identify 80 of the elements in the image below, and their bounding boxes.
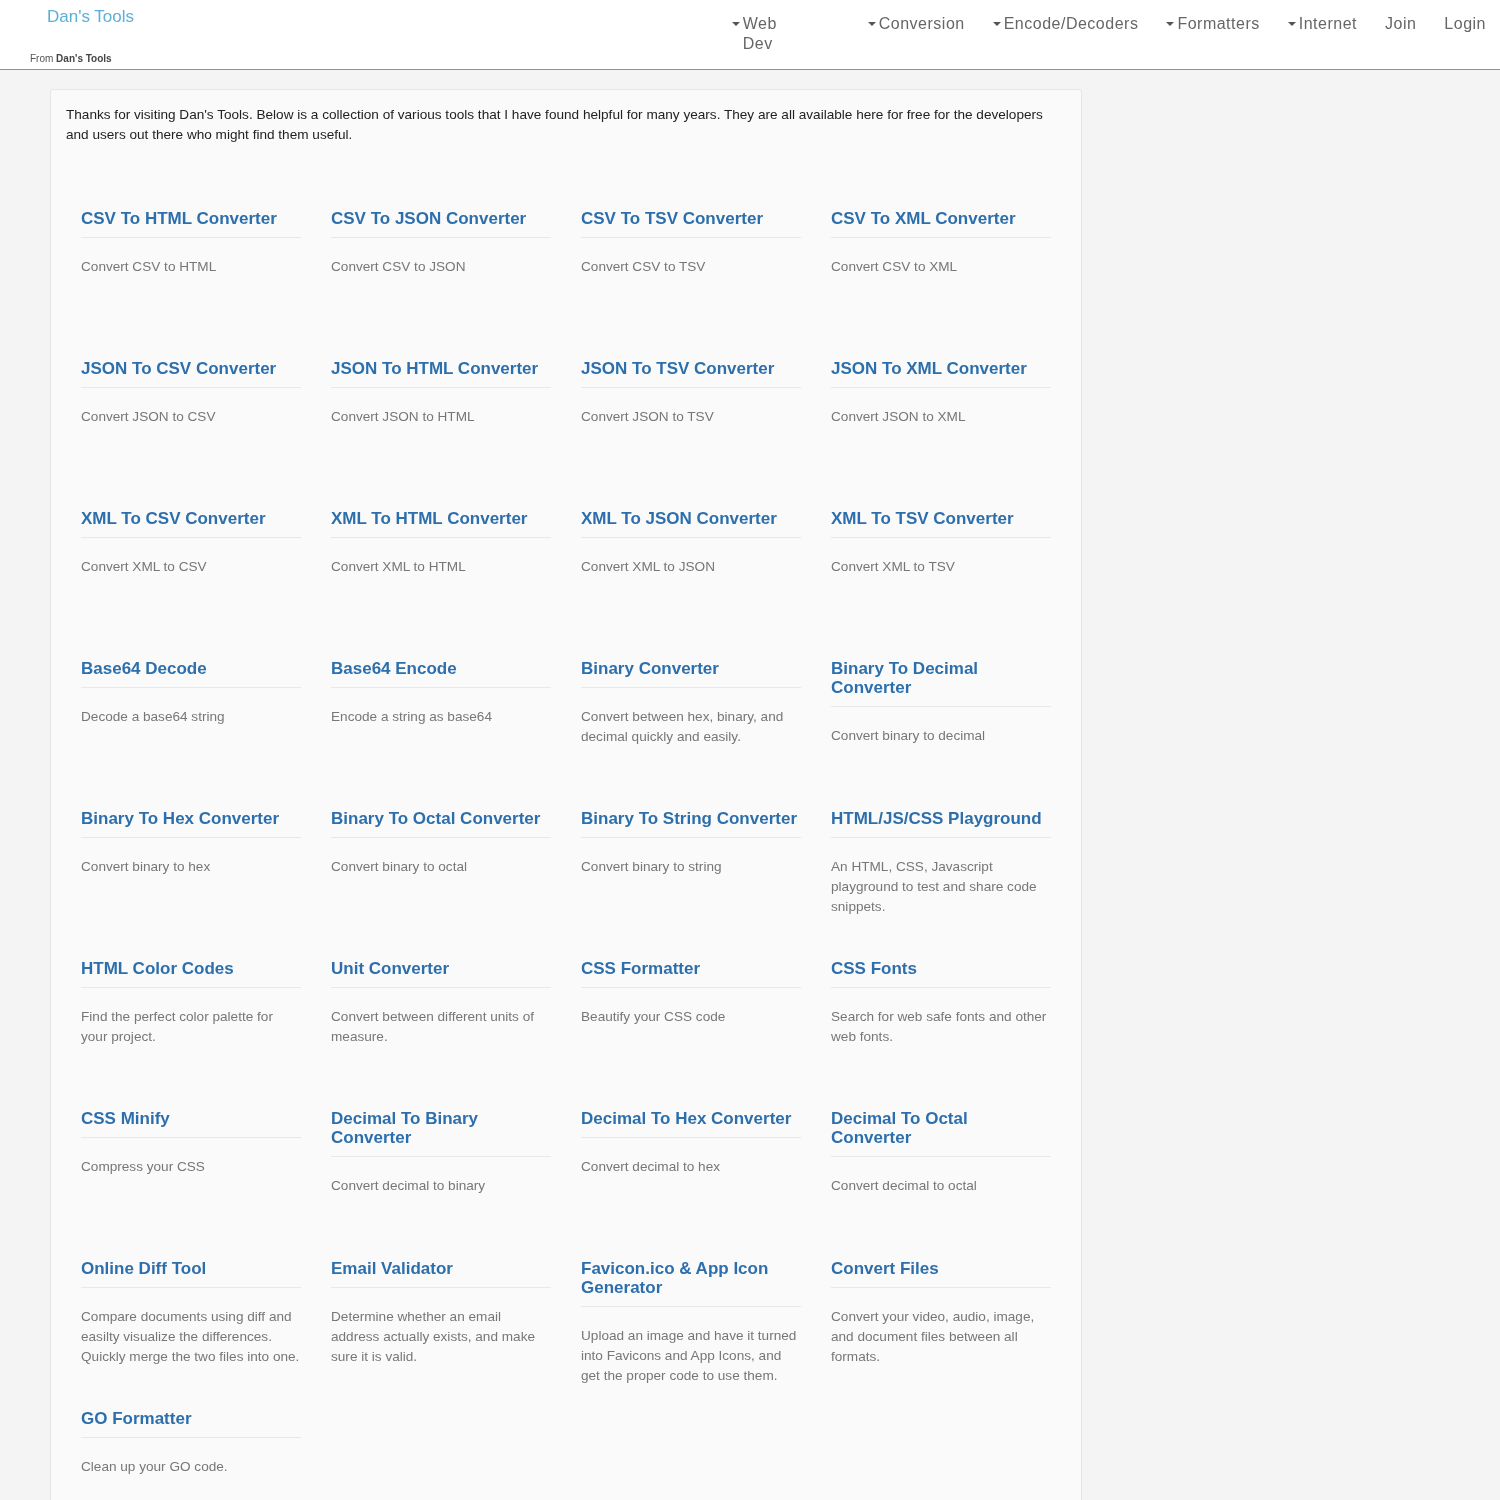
tool-description: An HTML, CSS, Javascript playground to test and share code snippets. [831, 858, 1038, 916]
intro-text: Thanks for visiting Dan's Tools. Below is a collection of various tools that I have found helpful for many years. They are all available here for free for the developers and users out there who might find them useful. [66, 106, 1044, 144]
tool-description: Determine whether an email address actually exists, and make sure it is valid. [331, 1308, 536, 1366]
tool-description: Beautify your CSS code [581, 1008, 726, 1026]
tool-link[interactable]: GO Formatter [81, 1409, 301, 1438]
tool-link[interactable]: Convert Files [831, 1259, 1051, 1288]
tool-link[interactable]: CSV To HTML Converter [81, 209, 301, 238]
tool-link[interactable]: Binary To Hex Converter [81, 809, 301, 838]
tool-description: Convert XML to HTML [331, 558, 466, 576]
tool-description: Convert decimal to octal [831, 1177, 977, 1195]
tool-link[interactable]: Decimal To Octal Converter [831, 1109, 1051, 1157]
tool-description: Convert binary to octal [331, 858, 467, 876]
tool-description: Search for web safe fonts and other web fonts. [831, 1008, 1048, 1046]
tool-link[interactable]: Online Diff Tool [81, 1259, 301, 1288]
tool-description: Convert binary to hex [81, 858, 211, 876]
tool-description: Encode a string as base64 [331, 708, 492, 726]
tool-description: Convert XML to TSV [831, 558, 955, 576]
tool-link[interactable]: Email Validator [331, 1259, 551, 1288]
tool-link[interactable]: CSS Formatter [581, 959, 801, 988]
nav-menu[interactable]: Formatters [1166, 14, 1260, 34]
tool-link[interactable]: CSS Fonts [831, 959, 1051, 988]
tool-link[interactable]: Unit Converter [331, 959, 551, 988]
nav-link[interactable]: Login [1444, 14, 1486, 34]
tool-link[interactable]: Binary Converter [581, 659, 801, 688]
tool-link[interactable]: Decimal To Binary Converter [331, 1109, 551, 1157]
nav-menu[interactable]: Internet [1287, 14, 1357, 34]
tool-description: Convert binary to string [581, 858, 722, 876]
tool-link[interactable]: XML To HTML Converter [331, 509, 551, 538]
tool-description: Convert decimal to hex [581, 1158, 721, 1176]
tool-description: Convert JSON to TSV [581, 408, 714, 426]
tool-description: Convert CSV to TSV [581, 258, 706, 276]
tool-link[interactable]: Binary To Octal Converter [331, 809, 551, 838]
tool-description: Convert decimal to binary [331, 1177, 486, 1195]
tool-description: Convert your video, audio, image, and document files between all formats. [831, 1308, 1036, 1366]
tool-link[interactable]: Decimal To Hex Converter [581, 1109, 801, 1138]
tool-link[interactable]: CSV To TSV Converter [581, 209, 801, 238]
tool-link[interactable]: Binary To String Converter [581, 809, 801, 838]
tool-link[interactable]: XML To TSV Converter [831, 509, 1051, 538]
tool-description: Compress your CSS [81, 1158, 205, 1176]
tool-link[interactable]: XML To JSON Converter [581, 509, 801, 538]
tool-link[interactable]: Base64 Decode [81, 659, 301, 688]
tool-description: Upload an image and have it turned into Favicons and App Icons, and get the proper code to use them. [581, 1327, 798, 1385]
tool-description: Convert between hex, binary, and decimal quickly and easily. [581, 708, 785, 746]
caret-icon [867, 22, 876, 26]
tool-link[interactable]: JSON To CSV Converter [81, 359, 301, 388]
tool-description: Find the perfect color palette for your project. [81, 1008, 274, 1046]
tool-link[interactable]: CSV To XML Converter [831, 209, 1051, 238]
tool-link[interactable]: XML To CSV Converter [81, 509, 301, 538]
tagline: From Dan's Tools [30, 53, 113, 64]
tool-link[interactable]: CSV To JSON Converter [331, 209, 551, 238]
tool-link[interactable]: JSON To TSV Converter [581, 359, 801, 388]
tool-description: Convert CSV to HTML [81, 258, 217, 276]
tool-link[interactable]: HTML Color Codes [81, 959, 301, 988]
tool-description: Clean up your GO code. [81, 1458, 228, 1476]
caret-icon [1166, 22, 1175, 26]
nav-link[interactable]: Join [1385, 14, 1417, 34]
tool-link[interactable]: Base64 Encode [331, 659, 551, 688]
tool-link[interactable]: HTML/JS/CSS Playground [831, 809, 1051, 838]
tool-description: Convert JSON to CSV [81, 408, 216, 426]
caret-icon [731, 22, 740, 26]
tool-link[interactable]: JSON To XML Converter [831, 359, 1051, 388]
tool-description: Convert binary to decimal [831, 727, 986, 745]
tool-description: Convert CSV to JSON [331, 258, 466, 276]
tool-description: Convert JSON to HTML [331, 408, 475, 426]
nav-menu[interactable]: Conversion [867, 14, 965, 34]
caret-icon [1287, 22, 1296, 26]
tool-description: Convert JSON to XML [831, 408, 966, 426]
caret-icon [992, 22, 1001, 26]
tool-description: Compare documents using diff and easilty visualize the differences. Quickly merge the two files into one. [81, 1308, 301, 1366]
tool-link[interactable]: Binary To Decimal Converter [831, 659, 1051, 707]
tool-description: Convert XML to CSV [81, 558, 207, 576]
tool-link[interactable]: Favicon.ico & App Icon Generator [581, 1259, 801, 1307]
tool-description: Convert CSV to XML [831, 258, 958, 276]
tool-link[interactable]: CSS Minify [81, 1109, 301, 1138]
tool-link[interactable]: JSON To HTML Converter [331, 359, 551, 388]
tool-description: Convert between different units of measure. [331, 1008, 536, 1046]
nav-menu[interactable]: Encode/Decoders [992, 14, 1139, 34]
nav-menu[interactable]: Web Dev [731, 14, 802, 54]
tool-description: Convert XML to JSON [581, 558, 715, 576]
tool-description: Decode a base64 string [81, 708, 225, 726]
